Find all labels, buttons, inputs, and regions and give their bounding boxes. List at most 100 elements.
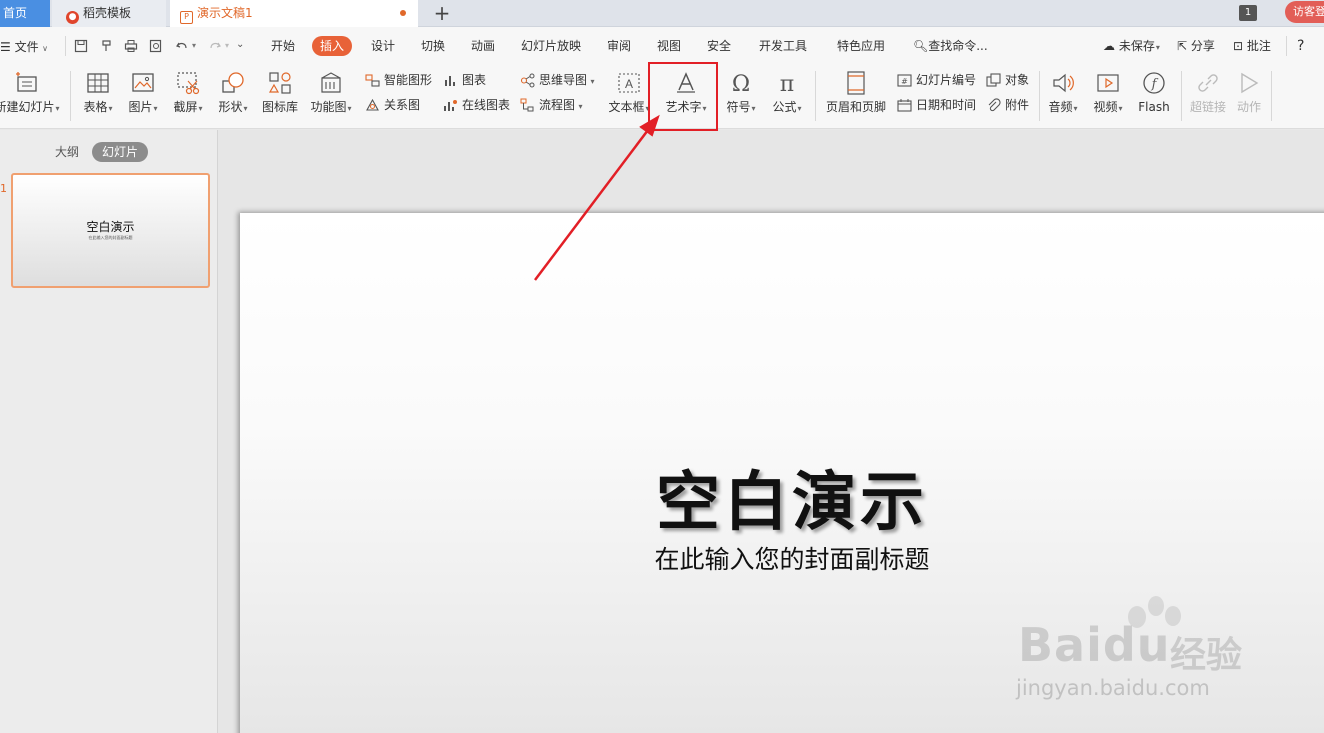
attachment-button[interactable]: 附件 [986, 96, 1029, 114]
tab-features[interactable]: 特色应用 [837, 36, 885, 56]
pi-icon: π [780, 72, 794, 96]
function-chart-button[interactable]: 功能图▾ [307, 68, 355, 120]
undo-dropdown-icon[interactable]: ▾ [192, 41, 196, 50]
picture-icon [132, 73, 154, 92]
tab-insert[interactable]: 插入 [312, 36, 353, 56]
flash-button[interactable]: f Flash [1134, 68, 1174, 120]
divider [1271, 71, 1272, 121]
hyperlink-button[interactable]: 超链接 [1186, 68, 1230, 120]
slides-tab[interactable]: 幻灯片 [92, 142, 149, 162]
outline-tab[interactable]: 大纲 [55, 142, 79, 162]
video-label: 视频 [1093, 100, 1118, 114]
tab-home[interactable]: 首页 [0, 0, 50, 27]
redo-icon[interactable] [208, 39, 222, 53]
textbox-label: 文本框 [608, 100, 645, 114]
new-tab-button[interactable]: + [432, 0, 452, 27]
tab-animation[interactable]: 动画 [471, 36, 495, 56]
unsaved-status-button[interactable]: ☁ 未保存▾ [1103, 36, 1160, 56]
chevron-down-icon: ▾ [198, 104, 203, 113]
tab-transition[interactable]: 切换 [421, 36, 445, 56]
print-icon[interactable] [124, 39, 138, 53]
shape-icon [222, 72, 244, 93]
shape-button[interactable]: 形状▾ [214, 68, 252, 120]
redo-dropdown-icon[interactable]: ▾ [225, 41, 229, 50]
tab-review[interactable]: 审阅 [607, 36, 631, 56]
date-time-button[interactable]: 日期和时间 [897, 96, 976, 114]
customize-toolbar-icon[interactable]: ⌄ [236, 39, 244, 50]
chart-button[interactable]: 图表 [443, 71, 486, 89]
object-button[interactable]: 对象 [986, 71, 1029, 89]
shape-label: 形状 [218, 100, 243, 114]
textbox-button[interactable]: A 文本框▾ [606, 68, 652, 120]
print-preview-icon[interactable] [149, 39, 163, 53]
video-button[interactable]: 视频▾ [1088, 68, 1128, 120]
save-icon[interactable] [74, 39, 88, 53]
header-footer-label: 页眉和页脚 [825, 100, 886, 114]
undo-icon[interactable] [175, 39, 189, 53]
tab-start[interactable]: 开始 [271, 36, 295, 56]
chevron-down-icon: ▾ [108, 104, 113, 113]
relation-chart-button[interactable]: 关系图 [365, 96, 420, 114]
tab-developer[interactable]: 开发工具 [759, 36, 807, 56]
visitor-login-button[interactable]: 访客登 [1285, 1, 1324, 23]
tab-security[interactable]: 安全 [707, 36, 731, 56]
formula-button[interactable]: π 公式▾ [768, 68, 806, 120]
svg-text:π: π [780, 72, 794, 96]
slide-number-button[interactable]: # 幻灯片编号 [897, 71, 976, 89]
slide-subtitle[interactable]: 在此输入您的封面副标题 [602, 540, 982, 576]
icon-library-label: 图标库 [261, 100, 298, 114]
picture-label: 图片 [128, 100, 153, 114]
picture-button[interactable]: 图片▾ [124, 68, 162, 120]
attachment-label: 附件 [1005, 98, 1030, 112]
slide-title[interactable]: 空白演示 [632, 451, 952, 543]
chevron-down-icon: ▾ [347, 104, 352, 113]
chevron-down-icon: ∨ [39, 44, 48, 53]
video-icon [1097, 74, 1119, 92]
mind-map-button[interactable]: 思维导图 ▾ [520, 71, 595, 89]
flow-chart-button[interactable]: 流程图 ▾ [520, 96, 583, 114]
tab-design[interactable]: 设计 [371, 36, 395, 56]
online-chart-button[interactable]: 在线图表 [443, 96, 510, 114]
speaker-icon [1053, 73, 1074, 93]
header-footer-button[interactable]: 页眉和页脚 [823, 68, 889, 120]
tab-home-label: 首页 [3, 6, 28, 20]
header-footer-icon [847, 71, 865, 95]
action-button[interactable]: 动作 [1232, 68, 1266, 120]
tab-document[interactable]: P 演示文稿1 [170, 0, 418, 27]
unsaved-dot-icon [400, 10, 406, 16]
chevron-down-icon: ▾ [797, 104, 802, 113]
tab-slideshow[interactable]: 幻灯片放映 [521, 36, 581, 56]
file-menu[interactable]: ☰ 文件 ∨ [0, 38, 48, 55]
command-search[interactable]: 🔍︎查找命令... [913, 36, 988, 56]
tab-template[interactable]: ● 稻壳模板 [52, 0, 166, 27]
new-slide-button[interactable]: 新建幻灯片▾ [0, 68, 62, 120]
flow-chart-icon [520, 98, 534, 112]
table-button[interactable]: 表格▾ [79, 68, 117, 120]
bar-chart-icon [445, 76, 455, 86]
window-count-badge[interactable]: 1 [1239, 5, 1257, 21]
icon-library-button[interactable]: 图标库 [260, 68, 300, 120]
table-label: 表格 [83, 100, 108, 114]
screenshot-button[interactable]: 截屏▾ [169, 68, 207, 120]
help-button[interactable]: ? [1297, 36, 1304, 56]
svg-text:Ω: Ω [732, 72, 750, 96]
menu-bar: ☰ 文件 ∨ ▾ ▾ ⌄ 开始 插入 设计 切换 动画 幻灯片放映 审阅 视图 … [0, 27, 1324, 65]
symbol-button[interactable]: Ω 符号▾ [722, 68, 760, 120]
share-button[interactable]: ⇱ 分享 [1177, 36, 1215, 56]
smart-art-button[interactable]: 智能图形 [365, 71, 432, 89]
slide-thumbnail[interactable]: 空白演示 在此输入您的封面副标题 [11, 173, 210, 288]
tab-view[interactable]: 视图 [657, 36, 681, 56]
file-menu-label: 文件 [14, 40, 39, 54]
formula-label: 公式 [772, 100, 797, 114]
tab-document-label: 演示文稿1 [197, 6, 253, 20]
divider [1181, 71, 1182, 121]
icon-library-icon [268, 72, 291, 94]
hyperlink-label: 超链接 [1189, 100, 1226, 114]
online-chart-label: 在线图表 [462, 98, 511, 112]
comment-button[interactable]: ⊡ 批注 [1233, 36, 1271, 56]
new-slide-label: 新建幻灯片 [0, 100, 55, 114]
audio-button[interactable]: 音频▾ [1043, 68, 1083, 120]
chart-label: 图表 [462, 73, 487, 87]
flash-label: Flash [1138, 100, 1170, 114]
format-painter-icon[interactable] [100, 39, 114, 53]
